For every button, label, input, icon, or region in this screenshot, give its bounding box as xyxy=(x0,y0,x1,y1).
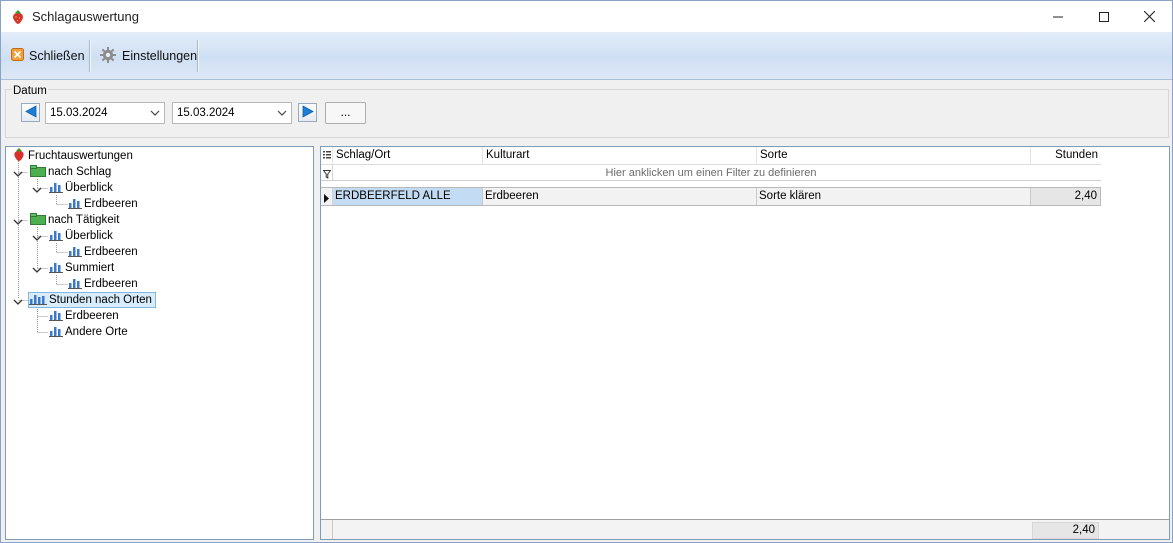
close-button-label: Schließen xyxy=(29,49,85,63)
tree-item-label: nach Tätigkeit xyxy=(48,214,120,226)
strawberry-icon xyxy=(12,147,26,165)
tree-item-erdbeeren[interactable]: Erdbeeren xyxy=(49,308,121,324)
row-indicator-icon xyxy=(321,188,333,205)
cell-kulturart[interactable]: Erdbeeren xyxy=(483,188,757,205)
date-from-dropdown[interactable]: 15.03.2024 xyxy=(45,102,165,124)
tree-item-andere-orte[interactable]: Andere Orte xyxy=(49,324,130,340)
tree-item-label: Andere Orte xyxy=(65,326,128,338)
tree-root[interactable]: Fruchtauswertungen xyxy=(12,147,135,165)
close-x-icon xyxy=(11,48,24,64)
chevron-down-icon[interactable] xyxy=(13,216,23,226)
tree-item-erdbeeren[interactable]: Erdbeeren xyxy=(68,196,140,212)
toolbar-separator xyxy=(89,40,90,72)
cell-stunden[interactable]: 2,40 xyxy=(1031,188,1101,205)
tree-item-label: Überblick xyxy=(65,182,113,194)
close-window-button[interactable] xyxy=(1126,1,1172,32)
tree-item-ueberblick[interactable]: Überblick xyxy=(49,180,115,196)
bar-chart-icon xyxy=(68,245,82,260)
tree-connector-lines xyxy=(18,161,68,333)
close-icon xyxy=(1143,11,1155,22)
total-hours: 2,40 xyxy=(1032,522,1099,539)
tree-item-summiert[interactable]: Summiert xyxy=(49,260,116,276)
tree-item-nach-taetigkeit[interactable]: nach Tätigkeit xyxy=(30,212,121,228)
report-tree[interactable]: Fruchtauswertungen nach Schlag Überblick xyxy=(5,146,314,540)
settings-button-label: Einstellungen xyxy=(122,49,198,63)
more-options-button[interactable]: ... xyxy=(325,102,366,124)
chevron-down-icon[interactable] xyxy=(13,168,23,178)
tree-item-label: nach Schlag xyxy=(48,166,112,178)
tree-item-erdbeeren[interactable]: Erdbeeren xyxy=(68,276,140,292)
chevron-down-icon[interactable] xyxy=(32,232,42,242)
bar-chart-icon xyxy=(68,277,82,292)
tree-item-ueberblick[interactable]: Überblick xyxy=(49,228,115,244)
table-row[interactable]: ERDBEERFELD ALLE Erdbeeren Sorte klären … xyxy=(321,187,1101,206)
tree-item-nach-schlag[interactable]: nach Schlag xyxy=(30,164,113,180)
main-window: Schlagauswertung Schließen Einstellungen… xyxy=(0,0,1173,543)
tree-root-label: Fruchtauswertungen xyxy=(28,150,133,162)
tree-item-erdbeeren[interactable]: Erdbeeren xyxy=(68,244,140,260)
tree-item-label: Stunden nach Orten xyxy=(49,293,152,306)
column-chooser-icon[interactable] xyxy=(321,147,333,164)
folder-icon xyxy=(30,164,46,180)
date-to-value: 15.03.2024 xyxy=(177,107,235,119)
gear-icon xyxy=(99,46,117,67)
minimize-icon xyxy=(1053,12,1063,22)
bar-chart-icon xyxy=(29,293,47,308)
toolbar-separator xyxy=(197,40,198,72)
tree-item-label: Erdbeeren xyxy=(65,310,119,322)
minimize-button[interactable] xyxy=(1035,1,1081,32)
column-header-kulturart[interactable]: Kulturart xyxy=(483,147,757,164)
folder-icon xyxy=(30,212,46,228)
footer-divider xyxy=(332,520,333,539)
column-header-sorte[interactable]: Sorte xyxy=(757,147,1031,164)
chevron-down-icon[interactable] xyxy=(32,184,42,194)
date-group-label: Datum xyxy=(12,85,48,97)
close-button[interactable]: Schließen xyxy=(5,41,91,71)
chevron-down-icon xyxy=(277,108,287,120)
window-title: Schlagauswertung xyxy=(32,9,139,24)
column-header-stunden[interactable]: Stunden xyxy=(1031,147,1101,164)
arrow-right-icon xyxy=(302,104,314,121)
strawberry-icon xyxy=(11,9,25,25)
tree-item-label: Erdbeeren xyxy=(84,278,138,290)
tree-item-label: Summiert xyxy=(65,262,115,274)
chevron-down-icon xyxy=(150,108,160,120)
settings-button[interactable]: Einstellungen xyxy=(93,41,203,71)
title-bar: Schlagauswertung xyxy=(1,1,1172,32)
toolbar: Schließen Einstellungen xyxy=(1,32,1172,80)
arrow-left-icon xyxy=(24,104,37,121)
tree-item-stunden-nach-orten[interactable]: Stunden nach Orten xyxy=(28,292,156,308)
bar-chart-icon xyxy=(49,261,63,276)
bar-chart-icon xyxy=(49,181,63,196)
cell-schlag-ort[interactable]: ERDBEERFELD ALLE xyxy=(333,188,483,205)
data-grid[interactable]: Schlag/Ort Kulturart Sorte Stunden Hier … xyxy=(320,146,1170,540)
date-to-dropdown[interactable]: 15.03.2024 xyxy=(172,102,292,124)
bar-chart-icon xyxy=(49,325,63,340)
filter-row[interactable]: Hier anklicken um einen Filter zu defini… xyxy=(321,164,1101,181)
grid-footer: 2,40 xyxy=(321,519,1169,539)
tree-item-label: Erdbeeren xyxy=(84,246,138,258)
filter-hint: Hier anklicken um einen Filter zu defini… xyxy=(605,167,817,179)
cell-sorte[interactable]: Sorte klären xyxy=(757,188,1031,205)
grid-header: Schlag/Ort Kulturart Sorte Stunden xyxy=(321,147,1169,164)
chevron-down-icon[interactable] xyxy=(13,296,23,306)
chevron-down-icon[interactable] xyxy=(32,264,42,274)
date-from-value: 15.03.2024 xyxy=(50,107,108,119)
tree-item-label: Erdbeeren xyxy=(84,198,138,210)
previous-date-button[interactable] xyxy=(21,103,40,122)
next-date-button[interactable] xyxy=(298,103,317,122)
bar-chart-icon xyxy=(49,229,63,244)
maximize-button[interactable] xyxy=(1081,1,1127,32)
bar-chart-icon xyxy=(68,197,82,212)
bar-chart-icon xyxy=(49,309,63,324)
column-header-schlag-ort[interactable]: Schlag/Ort xyxy=(333,147,483,164)
maximize-icon xyxy=(1099,11,1109,22)
tree-item-label: Überblick xyxy=(65,230,113,242)
